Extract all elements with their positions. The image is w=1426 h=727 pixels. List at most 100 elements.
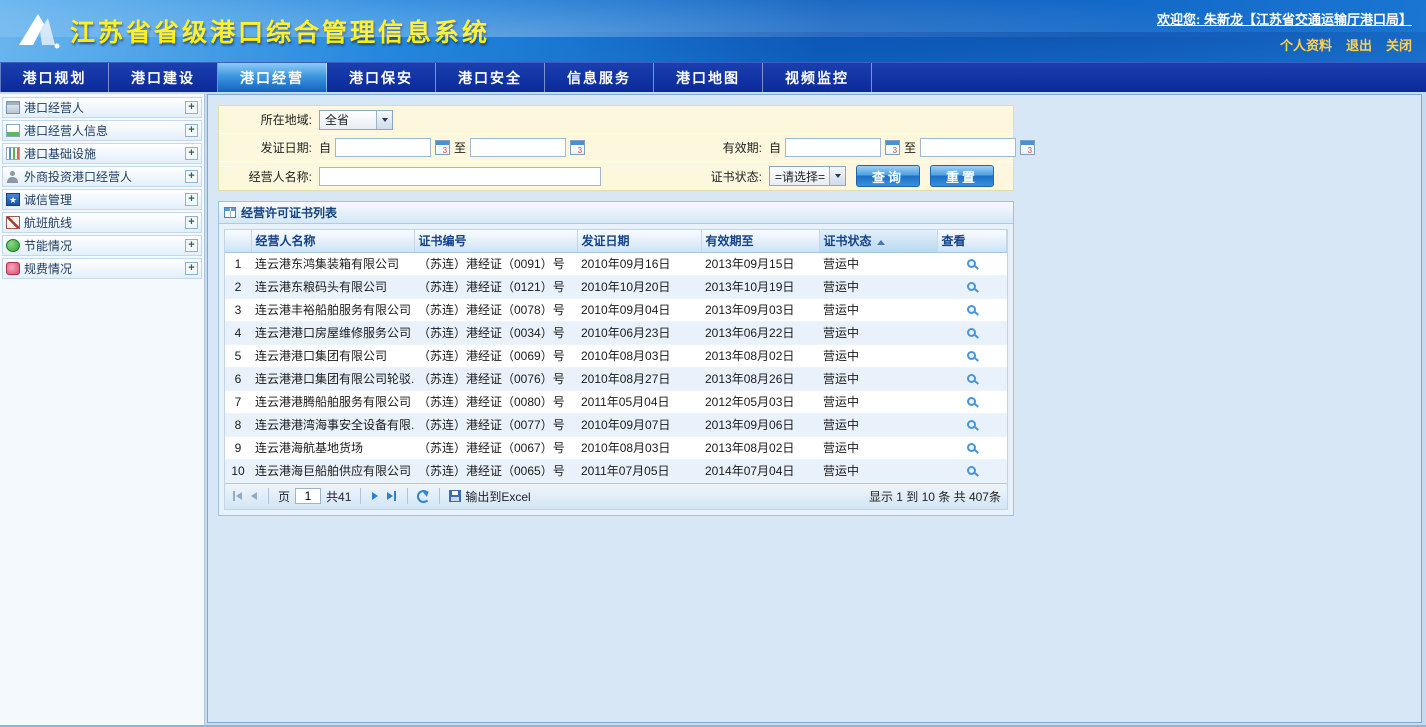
sidebar-item-credit-management[interactable]: ★ 诚信管理 +: [2, 189, 202, 210]
operator-name-input[interactable]: [319, 167, 601, 186]
export-excel-button[interactable]: 输出到Excel: [449, 488, 530, 505]
grid-body: 经营人名称 证书编号 发证日期 有效期至 证书状态 查看 1 连: [224, 229, 1008, 510]
sidebar-item-energy[interactable]: 节能情况 +: [2, 235, 202, 256]
content: 港口经营人 + 港口经营人信息 + 港口基础设施 + 外商投资港口经营人 + ★…: [0, 92, 1426, 725]
table-header-row: 经营人名称 证书编号 发证日期 有效期至 证书状态 查看: [225, 230, 1007, 252]
person-icon: [6, 170, 20, 183]
profile-link[interactable]: 个人资料: [1280, 35, 1332, 54]
expand-plus-icon[interactable]: +: [185, 193, 198, 206]
welcome-text: 欢迎您: 朱新龙【江苏省交通运输厅港口局】: [1157, 9, 1412, 28]
expand-plus-icon[interactable]: +: [185, 216, 198, 229]
view-magnifier-icon[interactable]: [967, 374, 976, 383]
last-page-button[interactable]: [385, 488, 398, 504]
nav-tab-construction[interactable]: 港口建设: [109, 63, 218, 92]
validity-to-input[interactable]: [920, 138, 1016, 157]
column-header-cert-no[interactable]: 证书编号: [414, 230, 577, 252]
view-magnifier-icon[interactable]: [967, 351, 976, 360]
first-page-button[interactable]: [231, 488, 244, 504]
chevron-down-icon: [829, 167, 845, 185]
prev-page-button[interactable]: [249, 488, 259, 504]
divider: [439, 488, 440, 504]
table-row: 4 连云港港口房屋维修服务公司 （苏连）港经证（0034）号 2010年06月2…: [225, 321, 1007, 344]
fees-icon: [6, 262, 20, 275]
nav-tab-port-map[interactable]: 港口地图: [654, 63, 763, 92]
form-row-dates: 发证日期: 自 至 有效期: 自 至: [219, 134, 1013, 162]
divider: [268, 488, 269, 504]
nav-tab-operation[interactable]: 港口经营: [218, 63, 327, 92]
view-magnifier-icon[interactable]: [967, 328, 976, 337]
validity-from-input[interactable]: [785, 138, 881, 157]
divider: [407, 488, 408, 504]
header-right: 欢迎您: 朱新龙【江苏省交通运输厅港口局】 个人资料 退出 关闭: [1157, 0, 1412, 54]
operators-list-icon: [6, 101, 20, 114]
issue-date-to-input[interactable]: [470, 138, 566, 157]
status-select[interactable]: =请选择=: [769, 166, 846, 186]
region-select-value: 全省: [325, 111, 349, 128]
calendar-icon[interactable]: [885, 140, 900, 155]
pagination-bar: 页 共41 输出到Excel 显示 1 到 10 条 共 4: [225, 483, 1007, 509]
divider: [360, 488, 361, 504]
certificate-table: 经营人名称 证书编号 发证日期 有效期至 证书状态 查看 1 连: [225, 230, 1007, 483]
table-icon: [224, 207, 236, 218]
sidebar-item-infrastructure[interactable]: 港口基础设施 +: [2, 143, 202, 164]
operator-name-cell: 连云港港湾海事安全设备有限...: [251, 413, 414, 436]
operator-name-cell: 连云港东鸿集装箱有限公司: [251, 252, 414, 275]
operator-name-cell: 连云港东粮码头有限公司: [251, 275, 414, 298]
logout-link[interactable]: 退出: [1346, 35, 1372, 54]
expand-plus-icon[interactable]: +: [185, 101, 198, 114]
sidebar-item-fees[interactable]: 规费情况 +: [2, 258, 202, 279]
from-label: 自: [319, 139, 331, 156]
expand-plus-icon[interactable]: +: [185, 147, 198, 160]
expand-plus-icon[interactable]: +: [185, 239, 198, 252]
nav-tab-info-service[interactable]: 信息服务: [545, 63, 654, 92]
calendar-icon[interactable]: [570, 140, 585, 155]
credit-badge-icon: ★: [6, 193, 20, 206]
view-magnifier-icon[interactable]: [967, 282, 976, 291]
view-magnifier-icon[interactable]: [967, 259, 976, 268]
column-header-view[interactable]: 查看: [937, 230, 1007, 252]
sidebar-item-foreign-investment[interactable]: 外商投资港口经营人 +: [2, 166, 202, 187]
sidebar-item-routes[interactable]: 航班航线 +: [2, 212, 202, 233]
reset-button[interactable]: 重置: [930, 165, 994, 187]
calendar-icon[interactable]: [435, 140, 450, 155]
next-page-button[interactable]: [370, 488, 380, 504]
chevron-down-icon: [376, 111, 392, 129]
calendar-icon[interactable]: [1020, 140, 1035, 155]
operator-name-cell: 连云港港口集团有限公司: [251, 344, 414, 367]
page-input[interactable]: [295, 488, 321, 504]
nav-tab-video-monitor[interactable]: 视频监控: [763, 63, 872, 92]
refresh-icon[interactable]: [417, 490, 430, 503]
status-label: 证书状态:: [646, 168, 766, 185]
bar-chart-icon: [6, 147, 20, 160]
to-label: 至: [454, 139, 466, 156]
table-row: 8 连云港港湾海事安全设备有限... （苏连）港经证（0077）号 2010年0…: [225, 413, 1007, 436]
column-header-valid-until[interactable]: 有效期至: [701, 230, 819, 252]
nav-tab-planning[interactable]: 港口规划: [0, 63, 109, 92]
table-row: 7 连云港港腾船舶服务有限公司 （苏连）港经证（0080）号 2011年05月0…: [225, 390, 1007, 413]
column-header-name[interactable]: 经营人名称: [251, 230, 414, 252]
view-magnifier-icon[interactable]: [967, 305, 976, 314]
expand-plus-icon[interactable]: +: [185, 170, 198, 183]
close-link[interactable]: 关闭: [1386, 35, 1412, 54]
table-row: 9 连云港海航基地货场 （苏连）港经证（0067）号 2010年08月03日 2…: [225, 436, 1007, 459]
operator-name-cell: 连云港港腾船舶服务有限公司: [251, 390, 414, 413]
query-button[interactable]: 查询: [856, 165, 920, 187]
view-magnifier-icon[interactable]: [967, 397, 976, 406]
nav-tab-safety[interactable]: 港口安全: [436, 63, 545, 92]
table-row: 10 连云港海巨船舶供应有限公司 （苏连）港经证（0065）号 2011年07月…: [225, 459, 1007, 482]
sort-asc-icon: [877, 240, 885, 245]
region-select[interactable]: 全省: [319, 110, 393, 130]
sidebar-item-operator-info[interactable]: 港口经营人信息 +: [2, 120, 202, 141]
column-header-issue-date[interactable]: 发证日期: [577, 230, 701, 252]
expand-plus-icon[interactable]: +: [185, 124, 198, 137]
view-magnifier-icon[interactable]: [967, 466, 976, 475]
view-magnifier-icon[interactable]: [967, 420, 976, 429]
sidebar-item-port-operators[interactable]: 港口经营人 +: [2, 97, 202, 118]
expand-plus-icon[interactable]: +: [185, 262, 198, 275]
view-magnifier-icon[interactable]: [967, 443, 976, 452]
to-label: 至: [904, 139, 916, 156]
nav-tab-security[interactable]: 港口保安: [327, 63, 436, 92]
column-header-status[interactable]: 证书状态: [819, 230, 937, 252]
main-panel: 所在地域: 全省 发证日期: 自: [207, 94, 1422, 723]
issue-date-from-input[interactable]: [335, 138, 431, 157]
